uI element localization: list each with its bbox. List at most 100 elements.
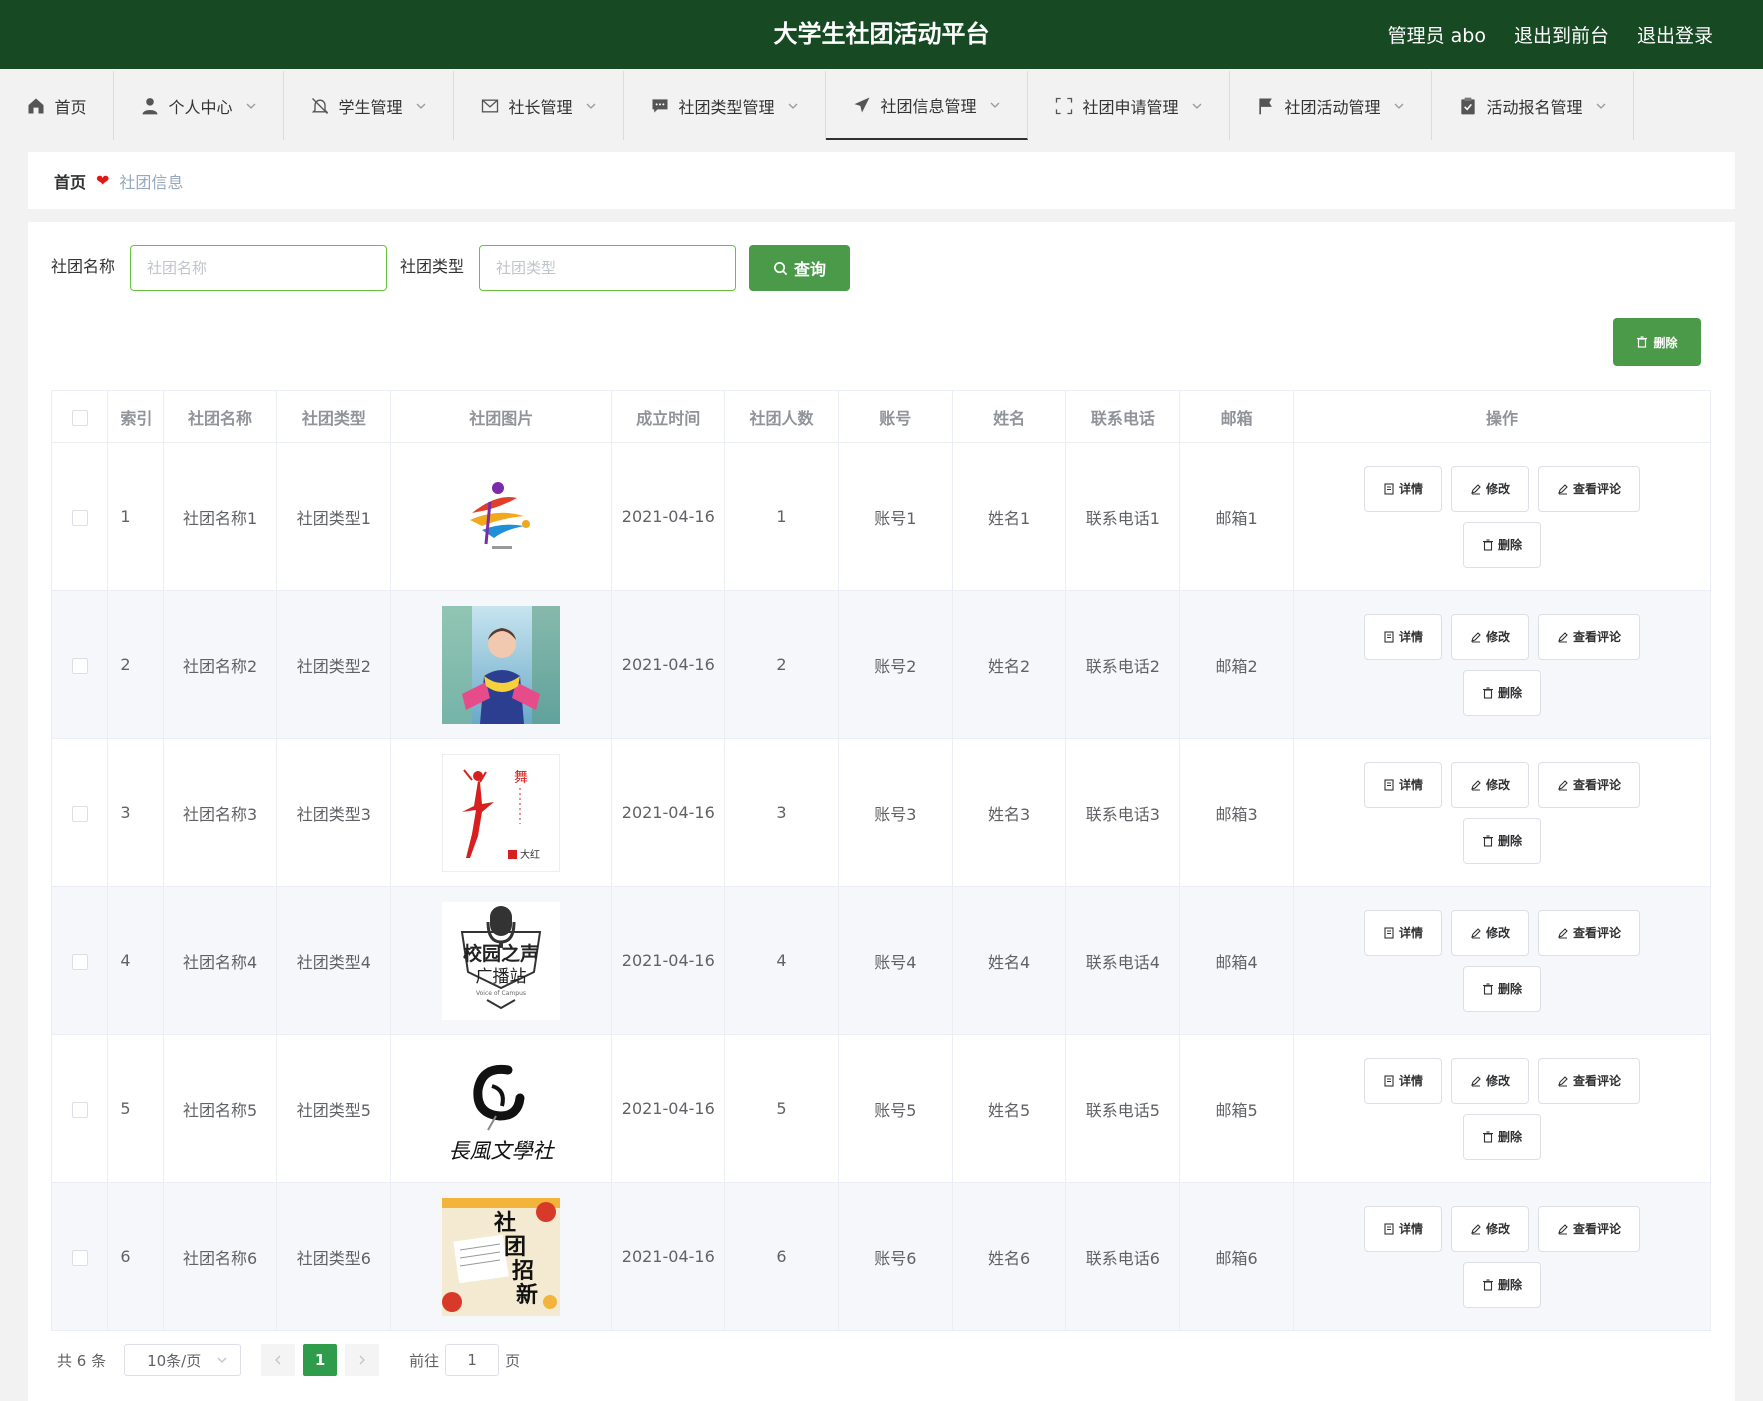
chevron-left-icon (275, 1355, 281, 1365)
nav-item-home[interactable]: 首页 (0, 71, 114, 140)
query-button[interactable]: 查询 (749, 245, 850, 291)
cell-club-type: 社团类型3 (276, 738, 392, 887)
edit-button[interactable]: 修改 (1451, 1205, 1530, 1252)
svg-text:新: 新 (516, 1282, 538, 1308)
col-header: 索引 (107, 390, 164, 443)
svg-text:舞: 舞 (514, 770, 528, 786)
view-comments-button[interactable]: 查看评论 (1538, 613, 1641, 660)
row-checkbox[interactable] (71, 1101, 88, 1118)
next-page-button[interactable] (345, 1344, 380, 1376)
view-comments-button[interactable]: 查看评论 (1538, 909, 1641, 956)
club-type-input[interactable] (479, 245, 736, 291)
delete-button[interactable]: 删除 (1463, 1113, 1542, 1160)
view-comments-button[interactable]: 查看评论 (1538, 1205, 1641, 1252)
breadcrumb-home[interactable]: 首页 (54, 169, 86, 193)
page-size-value: 10条/页 (147, 1351, 202, 1370)
delete-button[interactable]: 删除 (1463, 521, 1542, 568)
club-image-radio-logo: 校园之声 广播站 Voice of Campus (442, 901, 561, 1020)
detail-button[interactable]: 详情 (1364, 1057, 1443, 1104)
nav-item-club-info-mgmt[interactable]: 社团信息管理 (826, 71, 1028, 140)
detail-button[interactable]: 详情 (1364, 761, 1443, 808)
nav-item-student-mgmt[interactable]: 学生管理 (284, 71, 454, 140)
cell-person-name: 姓名2 (951, 590, 1067, 739)
delete-label: 删除 (1498, 982, 1523, 996)
cell-person-name: 姓名5 (951, 1034, 1067, 1183)
row-checkbox[interactable] (71, 953, 88, 970)
page-number-current[interactable]: 1 (303, 1344, 338, 1376)
cell-index: 1 (107, 442, 164, 591)
table-row: 2 社团名称2 社团类型2 2021-04-16 2 账号2 姓名2 联系电话2… (50, 590, 1711, 739)
nav-item-activity-signup-mgmt[interactable]: 活动报名管理 (1432, 71, 1634, 140)
club-name-label: 社团名称 (51, 257, 116, 276)
top-header: 大学生社团活动平台 管理员 abo 退出到前台 退出登录 (0, 0, 1763, 69)
row-checkbox[interactable] (71, 509, 88, 526)
club-image-girl-photo (442, 605, 561, 724)
edit-button[interactable]: 修改 (1451, 465, 1530, 512)
chevron-down-icon (1596, 103, 1605, 109)
detail-label: 详情 (1399, 1222, 1424, 1236)
delete-label: 删除 (1498, 1278, 1523, 1292)
detail-button[interactable]: 详情 (1364, 909, 1443, 956)
nav-item-club-apply-mgmt[interactable]: 社团申请管理 (1028, 71, 1230, 140)
batch-delete-label: 删除 (1653, 335, 1678, 350)
detail-button[interactable]: 详情 (1364, 1205, 1443, 1252)
batch-delete-button[interactable]: 删除 (1613, 318, 1701, 366)
view-comments-button[interactable]: 查看评论 (1538, 761, 1641, 808)
view-comments-button[interactable]: 查看评论 (1538, 465, 1641, 512)
delete-button[interactable]: 删除 (1463, 965, 1542, 1012)
cell-member-count: 6 (724, 1182, 839, 1331)
back-to-front-link[interactable]: 退出到前台 (1514, 21, 1609, 48)
view-comments-button[interactable]: 查看评论 (1538, 1057, 1641, 1104)
delete-button[interactable]: 删除 (1463, 669, 1542, 716)
edit-button[interactable]: 修改 (1451, 909, 1530, 956)
trash-icon (1483, 834, 1493, 847)
table-row: 5 社团名称5 社团类型5 長風文學社 2021-04-16 5 账号5 姓名5… (50, 1034, 1711, 1183)
cell-person-name: 姓名6 (951, 1182, 1067, 1331)
cell-index: 6 (107, 1182, 164, 1331)
chevron-down-icon (990, 102, 999, 108)
svg-text:社: 社 (494, 1210, 516, 1236)
admin-user-label: 管理员 abo (1387, 25, 1486, 47)
detail-button[interactable]: 详情 (1364, 465, 1443, 512)
cell-member-count: 1 (724, 442, 839, 591)
delete-button[interactable]: 删除 (1463, 817, 1542, 864)
nav-item-personal-center[interactable]: 个人中心 (114, 71, 284, 140)
svg-text:校园之声: 校园之声 (463, 942, 539, 965)
main-panel: 社团名称 社团类型 查询 删除 索引 社团名称 社团类型 社团图片 成立时间 社… (28, 222, 1735, 1401)
document-icon (1384, 926, 1394, 939)
table-row: 1 社团名称1 社团类型1 2021-04-16 1 账号1 姓名1 联系电话1… (50, 442, 1711, 591)
view-comments-label: 查看评论 (1573, 630, 1622, 644)
chevron-down-icon (788, 103, 797, 109)
row-checkbox[interactable] (71, 1249, 88, 1266)
nav-item-president-mgmt[interactable]: 社长管理 (454, 71, 624, 140)
row-actions: 详情 修改 查看评论 删除 (1357, 613, 1647, 716)
club-name-input[interactable] (130, 245, 387, 291)
nav-label: 首页 (54, 97, 87, 117)
cell-index: 2 (107, 590, 164, 739)
club-type-label: 社团类型 (400, 257, 465, 276)
goto-page-input[interactable]: 1 (445, 1344, 500, 1376)
page-size-select[interactable]: 10条/页 (124, 1344, 242, 1376)
table-row: 3 社团名称3 社团类型3 舞大红 2021-04-16 3 账号3 姓名3 联… (50, 738, 1711, 887)
cell-member-count: 5 (724, 1034, 839, 1183)
logout-link[interactable]: 退出登录 (1637, 21, 1713, 48)
cell-phone: 联系电话5 (1065, 1034, 1181, 1183)
nav-item-club-type-mgmt[interactable]: 社团类型管理 (624, 71, 826, 140)
nav-item-club-activity-mgmt[interactable]: 社团活动管理 (1230, 71, 1432, 140)
prev-page-button[interactable] (261, 1344, 296, 1376)
select-all-cell (50, 390, 109, 443)
cell-phone: 联系电话6 (1065, 1182, 1181, 1331)
delete-button[interactable]: 删除 (1463, 1261, 1542, 1308)
svg-text:長風文學社: 長風文學社 (449, 1139, 556, 1163)
row-checkbox[interactable] (71, 657, 88, 674)
view-comments-label: 查看评论 (1573, 926, 1622, 940)
detail-button[interactable]: 详情 (1364, 613, 1443, 660)
edit-button[interactable]: 修改 (1451, 761, 1530, 808)
row-checkbox[interactable] (71, 805, 88, 822)
trash-icon (1483, 538, 1493, 551)
select-all-checkbox[interactable] (71, 409, 88, 426)
edit-button[interactable]: 修改 (1451, 613, 1530, 660)
trash-icon (1483, 1278, 1493, 1291)
edit-button[interactable]: 修改 (1451, 1057, 1530, 1104)
cell-club-name: 社团名称3 (162, 738, 278, 887)
